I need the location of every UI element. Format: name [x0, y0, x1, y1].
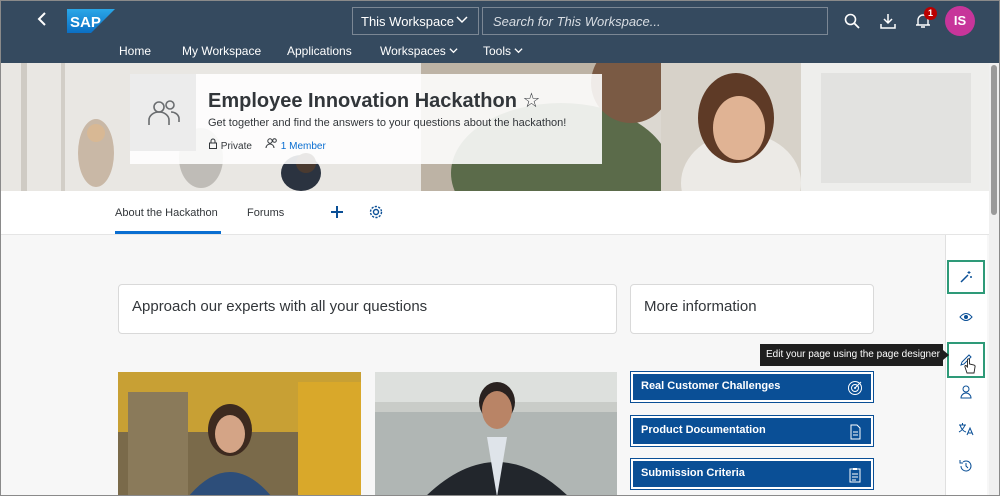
workspace-scope-label: This Workspace: [361, 14, 454, 29]
page-title-text: Employee Innovation Hackathon: [208, 90, 517, 112]
target-icon: [848, 381, 862, 395]
chevron-down-icon: [449, 48, 458, 54]
user-button[interactable]: [947, 375, 985, 409]
nav-item-tools-label: Tools: [483, 44, 512, 58]
group-icon: [148, 99, 180, 125]
add-page-icon[interactable]: [329, 204, 345, 225]
translate-button[interactable]: [947, 412, 985, 446]
active-tab-indicator: [115, 231, 221, 234]
nav-item-home[interactable]: Home: [119, 44, 151, 58]
workspace-info-card: Employee Innovation Hackathon ☆ Get toge…: [130, 74, 602, 164]
settings-icon[interactable]: [368, 204, 384, 225]
link-product-documentation[interactable]: Product Documentation: [630, 415, 874, 447]
chevron-down-icon: [456, 13, 468, 28]
woman-portrait-image: [118, 372, 361, 495]
nav-item-my-workspace[interactable]: My Workspace: [182, 44, 261, 58]
person-icon: [960, 385, 972, 399]
magic-wand-button[interactable]: [947, 260, 985, 294]
workspace-tabs: About the Hackathon Forums: [1, 191, 999, 235]
nav-item-tools[interactable]: Tools: [483, 44, 523, 58]
privacy-label: Private: [220, 141, 252, 152]
members-link[interactable]: 1 Member: [265, 138, 326, 152]
nav-item-applications[interactable]: Applications: [287, 44, 352, 58]
edit-page-designer-button[interactable]: [947, 342, 985, 378]
document-icon: [850, 424, 861, 440]
privacy-status: Private: [208, 138, 252, 152]
link-label: Product Documentation: [641, 424, 766, 436]
tab-about-the-hackathon[interactable]: About the Hackathon: [115, 207, 218, 219]
link-label: Real Customer Challenges: [641, 380, 781, 392]
search-icon[interactable]: [840, 9, 864, 33]
notification-badge: 1: [924, 7, 937, 20]
more-information-card: More information: [630, 284, 874, 334]
tab-forums[interactable]: Forums: [247, 207, 284, 219]
shell-bar: SAP This Workspace Search for This Works…: [1, 1, 999, 63]
svg-text:SAP: SAP: [70, 14, 101, 31]
history-icon: [959, 460, 972, 472]
eye-icon: [959, 313, 973, 321]
nav-item-workspaces[interactable]: Workspaces: [380, 44, 458, 58]
link-label: Submission Criteria: [641, 467, 745, 479]
experts-text-card: Approach our experts with all your quest…: [118, 284, 617, 334]
search-input[interactable]: Search for This Workspace...: [482, 7, 828, 35]
search-placeholder: Search for This Workspace...: [493, 14, 661, 29]
magic-wand-icon: [960, 271, 972, 283]
sap-logo[interactable]: SAP: [67, 9, 115, 33]
page-designer-tooltip: Edit your page using the page designer: [760, 344, 949, 366]
main-nav: Home My Workspace Applications Workspace…: [1, 41, 999, 63]
scrollbar-thumb[interactable]: [991, 65, 997, 215]
avatar[interactable]: IS: [945, 6, 975, 36]
download-icon[interactable]: [876, 9, 900, 33]
page-title: Employee Innovation Hackathon ☆: [208, 88, 540, 113]
workspace-avatar: [130, 74, 196, 151]
members-label: 1 Member: [280, 141, 326, 152]
man-portrait-image: [375, 372, 617, 495]
lock-icon: [209, 138, 217, 149]
chevron-down-icon: [514, 48, 523, 54]
workspace-scope-select[interactable]: This Workspace: [352, 7, 479, 35]
chevron-left-icon: [37, 12, 46, 26]
hand-cursor-icon: [964, 358, 976, 374]
members-icon: [265, 138, 277, 149]
link-submission-criteria[interactable]: Submission Criteria: [630, 458, 874, 490]
preview-button[interactable]: [947, 300, 985, 334]
history-button[interactable]: [947, 449, 985, 483]
star-icon[interactable]: ☆: [523, 90, 541, 112]
workspace-header-banner: Employee Innovation Hackathon ☆ Get toge…: [1, 63, 999, 191]
back-button[interactable]: [31, 9, 55, 33]
app-window: SAP This Workspace Search for This Works…: [0, 0, 1000, 496]
workspace-description: Get together and find the answers to you…: [208, 117, 567, 129]
clipboard-checklist-icon: [849, 468, 861, 483]
nav-item-workspaces-label: Workspaces: [380, 44, 446, 58]
translate-icon: [958, 423, 974, 436]
link-real-customer-challenges[interactable]: Real Customer Challenges: [630, 371, 874, 403]
